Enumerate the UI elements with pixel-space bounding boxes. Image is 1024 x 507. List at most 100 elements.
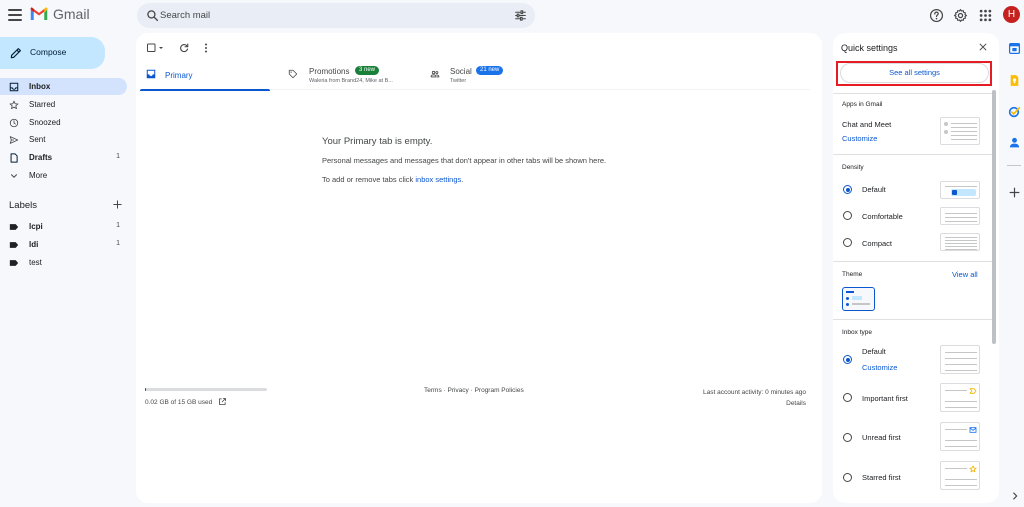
density-compact-radio[interactable] — [843, 238, 852, 247]
search-bar[interactable] — [137, 3, 535, 28]
get-addons-plus-icon[interactable] — [1008, 186, 1021, 199]
inbox-type-default-radio[interactable] — [843, 355, 852, 364]
privacy-link[interactable]: Privacy — [447, 387, 468, 394]
account-avatar[interactable]: H — [1003, 6, 1020, 23]
hint-prefix: To add or remove tabs click — [322, 175, 416, 184]
nav-item-drafts[interactable]: Drafts 1 — [0, 149, 127, 166]
label-name: lcpi — [29, 222, 43, 231]
settings-gear-icon[interactable] — [953, 8, 968, 23]
program-policies-link[interactable]: Program Policies — [475, 387, 524, 394]
people-icon — [430, 70, 440, 78]
inbox-type-unread-first-radio[interactable] — [843, 433, 852, 442]
label-count: 1 — [116, 240, 120, 247]
tab-preview: Twitter — [450, 78, 467, 84]
important-first-preview — [940, 383, 980, 412]
label-name: test — [29, 258, 42, 267]
see-all-settings-button[interactable]: See all settings — [840, 63, 989, 83]
chat-meet-label: Chat and Meet — [842, 120, 892, 129]
tasks-icon[interactable] — [1008, 105, 1021, 118]
divider — [833, 93, 993, 94]
empty-state-title: Your Primary tab is empty. — [322, 136, 433, 147]
nav-item-starred[interactable]: Starred — [0, 96, 127, 113]
label-name: ldi — [29, 240, 39, 249]
main-menu-button[interactable] — [6, 6, 24, 24]
quick-settings-panel: Quick settings See all settings Apps in … — [833, 33, 999, 503]
account-activity: Last account activity: 0 minutes ago Det… — [703, 387, 806, 409]
nav-item-sent[interactable]: Sent — [0, 131, 127, 148]
star-icon — [9, 100, 19, 109]
density-option-label: Compact — [862, 239, 893, 248]
tab-preview: Waleria from Brand24, Mike at B... — [309, 78, 393, 84]
select-dropdown-icon[interactable] — [157, 42, 165, 54]
search-options-icon[interactable] — [514, 9, 527, 22]
divider — [833, 261, 993, 262]
more-vert-icon[interactable] — [200, 42, 212, 54]
activity-details-link[interactable]: Details — [703, 398, 806, 409]
nav-count: 1 — [116, 153, 120, 160]
label-item-test[interactable]: test — [0, 254, 127, 271]
nav-label: More — [29, 171, 48, 180]
density-heading: Density — [842, 164, 864, 171]
chat-meet-preview — [940, 117, 980, 145]
tab-social[interactable]: Social 21 new Twitter — [425, 60, 559, 90]
refresh-icon[interactable] — [178, 42, 190, 54]
gmail-logo[interactable]: Gmail — [30, 6, 90, 22]
label-item-ldi[interactable]: ldi 1 — [0, 236, 127, 253]
search-icon[interactable] — [146, 9, 159, 22]
inbox-type-label: Starred first — [862, 473, 901, 482]
keep-notes-icon[interactable] — [1008, 74, 1021, 87]
chat-meet-customize-link[interactable]: Customize — [842, 134, 877, 143]
nav-item-snoozed[interactable]: Snoozed — [0, 114, 127, 131]
nav-item-more[interactable]: More — [0, 167, 127, 184]
theme-heading: Theme — [842, 271, 863, 278]
tag-icon — [288, 69, 298, 79]
inbox-settings-link[interactable]: inbox settings — [415, 175, 461, 184]
nav-label: Starred — [29, 100, 56, 109]
label-item-lcpi[interactable]: lcpi 1 — [0, 218, 127, 235]
density-option-label: Comfortable — [862, 212, 903, 221]
inbox-type-starred-first-radio[interactable] — [843, 473, 852, 482]
density-comfortable-radio[interactable] — [843, 211, 852, 220]
tab-promotions[interactable]: Promotions 3 new Waleria from Brand24, M… — [282, 60, 416, 90]
compose-button[interactable]: Compose — [0, 37, 105, 69]
clock-icon — [9, 118, 19, 128]
open-in-new-icon[interactable] — [218, 397, 227, 406]
active-tab-indicator — [140, 89, 270, 91]
divider — [833, 154, 993, 155]
tab-label: Promotions — [309, 67, 350, 76]
inbox-type-label: Unread first — [862, 433, 901, 442]
label-tag-icon — [9, 260, 19, 266]
tab-primary[interactable]: Primary — [140, 60, 271, 91]
nav-label: Sent — [29, 135, 46, 144]
add-label-icon[interactable] — [112, 199, 123, 210]
calendar-icon[interactable] — [1008, 42, 1021, 55]
quick-settings-title: Quick settings — [841, 43, 898, 53]
density-comfortable-preview — [940, 207, 980, 225]
storage-usage-text: 0.02 GB of 15 GB used — [145, 399, 213, 406]
new-count-badge: 3 new — [355, 66, 380, 75]
help-icon[interactable] — [929, 8, 944, 23]
nav-label: Snoozed — [29, 118, 61, 127]
inbox-type-label: Default — [862, 347, 886, 356]
inbox-type-customize-link[interactable]: Customize — [862, 363, 897, 372]
gmail-logo-icon — [30, 7, 48, 20]
close-icon[interactable] — [978, 42, 988, 52]
theme-view-all-link[interactable]: View all — [952, 270, 978, 279]
theme-preview[interactable] — [842, 287, 875, 311]
inbox-type-important-first-radio[interactable] — [843, 393, 852, 402]
label-count: 1 — [116, 222, 120, 229]
contacts-icon[interactable] — [1008, 136, 1021, 149]
storage-usage-bar — [145, 388, 267, 391]
divider — [833, 319, 993, 320]
storage-usage-fill — [145, 388, 146, 391]
chevron-right-icon[interactable] — [1010, 491, 1020, 501]
label-tag-icon — [9, 242, 19, 248]
density-default-preview — [940, 181, 980, 199]
pencil-icon — [10, 48, 21, 59]
search-input[interactable] — [160, 3, 490, 28]
google-apps-grid-icon[interactable] — [978, 8, 993, 23]
density-default-radio[interactable] — [843, 185, 852, 194]
nav-item-inbox[interactable]: Inbox — [0, 78, 127, 95]
quick-settings-scrollbar[interactable] — [992, 90, 996, 344]
terms-link[interactable]: Terms — [424, 387, 442, 394]
